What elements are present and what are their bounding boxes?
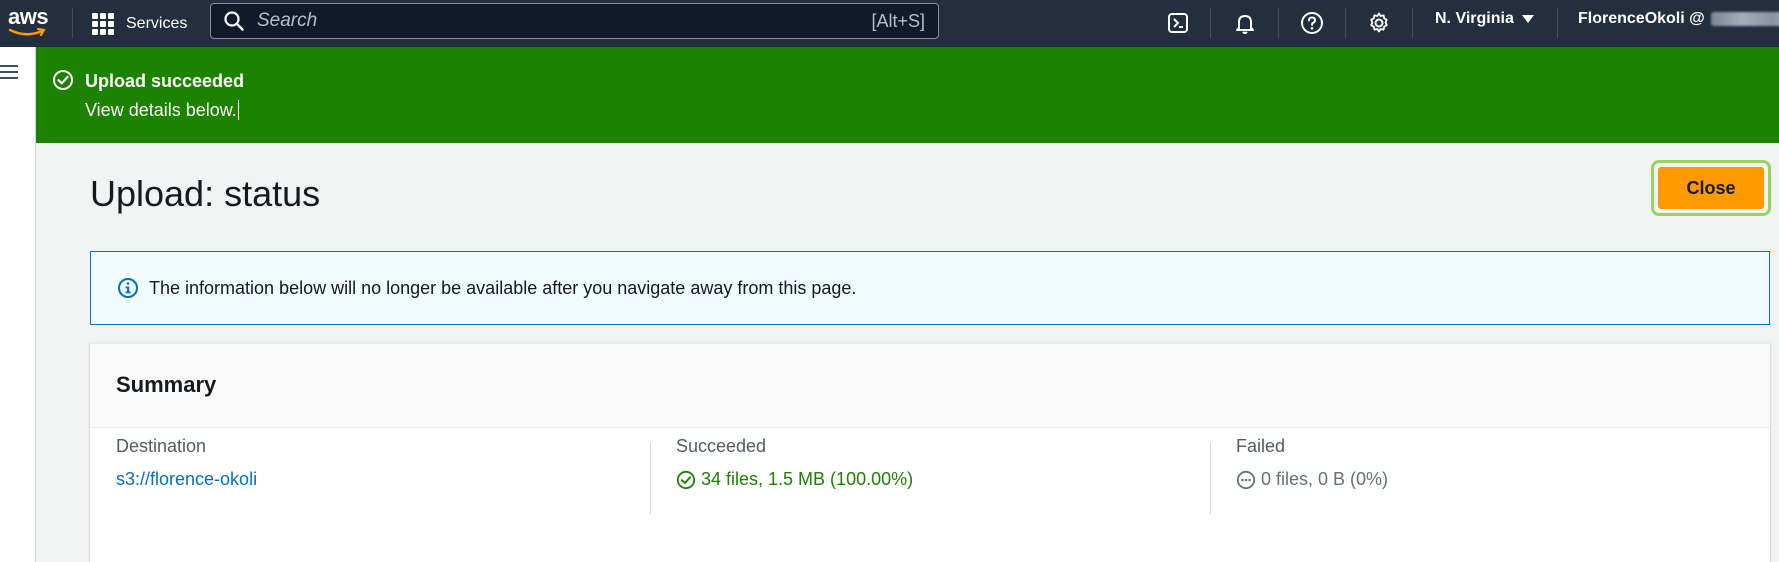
- flash-message: View details below.: [85, 100, 237, 120]
- cloudshell-icon: [1168, 13, 1188, 33]
- close-button-focus-ring: Close: [1651, 160, 1771, 216]
- aws-logo-text: aws: [8, 4, 49, 29]
- region-label: N. Virginia: [1435, 10, 1514, 27]
- info-alert-text: The information below will no longer be …: [149, 277, 857, 298]
- success-check-icon: [676, 470, 696, 489]
- settings-icon: [1370, 12, 1388, 33]
- nav-divider: [1345, 8, 1346, 38]
- summary-panel: Summary Destination s3://florence-okoli …: [90, 343, 1770, 562]
- search-input[interactable]: [257, 10, 837, 32]
- page-title: Upload: status: [90, 173, 321, 214]
- info-icon: [118, 278, 138, 298]
- top-navigation: aws Services [Alt+S]: [0, 0, 1779, 47]
- success-flashbar: Upload succeeded View details below.: [36, 47, 1779, 143]
- services-label: Services: [126, 15, 188, 32]
- main-content: Upload: status Close The information bel…: [36, 143, 1779, 562]
- failed-value: 0 files, 0 B (0%): [1261, 469, 1389, 489]
- nav-divider: [1412, 8, 1413, 38]
- success-check-icon: [53, 70, 73, 90]
- info-alert: The information below will no longer be …: [90, 251, 1770, 325]
- region-selector[interactable]: N. Virginia: [1435, 10, 1534, 28]
- settings-button[interactable]: [1364, 8, 1394, 38]
- nav-divider: [1557, 8, 1558, 38]
- redacted-account-id: [1710, 12, 1779, 26]
- succeeded-column: Succeeded 34 files, 1.5 MB (100.00%): [676, 436, 913, 526]
- search-bar[interactable]: [Alt+S]: [210, 3, 939, 39]
- close-button[interactable]: Close: [1658, 167, 1764, 209]
- failed-column: Failed 0 files, 0 B (0%): [1236, 436, 1388, 526]
- column-divider: [650, 442, 651, 514]
- destination-label: Destination: [116, 436, 207, 456]
- bell-icon: [1236, 15, 1254, 34]
- notifications-button[interactable]: [1230, 8, 1260, 38]
- help-button[interactable]: [1297, 8, 1327, 38]
- account-menu[interactable]: FlorenceOkoli @: [1578, 10, 1779, 28]
- search-icon: [224, 11, 244, 31]
- succeeded-value: 34 files, 1.5 MB (100.00%): [701, 469, 914, 489]
- services-menu-button[interactable]: Services: [92, 10, 187, 38]
- account-label: FlorenceOkoli @: [1578, 10, 1705, 27]
- aws-smile-icon: [8, 28, 46, 37]
- nav-divider: [1210, 8, 1211, 38]
- destination-link[interactable]: s3://florence-okoli: [116, 469, 257, 490]
- nav-divider: [1278, 8, 1279, 38]
- summary-header: Summary: [90, 344, 1770, 428]
- caret-down-icon: [1521, 15, 1534, 23]
- cloudshell-button[interactable]: [1163, 8, 1193, 38]
- flash-title: Upload succeeded: [85, 71, 245, 91]
- search-shortcut-hint: [Alt+S]: [871, 11, 925, 31]
- help-icon: [1301, 12, 1323, 34]
- failed-pending-icon: [1236, 470, 1256, 489]
- column-divider: [1210, 442, 1211, 514]
- side-navigation-rail: [0, 47, 36, 562]
- destination-column: Destination s3://florence-okoli: [116, 436, 257, 526]
- summary-title: Summary: [116, 372, 217, 397]
- failed-label: Failed: [1236, 436, 1286, 456]
- nav-divider: [72, 8, 73, 38]
- apps-grid-icon: [92, 13, 114, 35]
- succeeded-label: Succeeded: [676, 436, 767, 456]
- aws-logo[interactable]: aws: [6, 4, 52, 40]
- hamburger-menu-icon[interactable]: [0, 65, 20, 85]
